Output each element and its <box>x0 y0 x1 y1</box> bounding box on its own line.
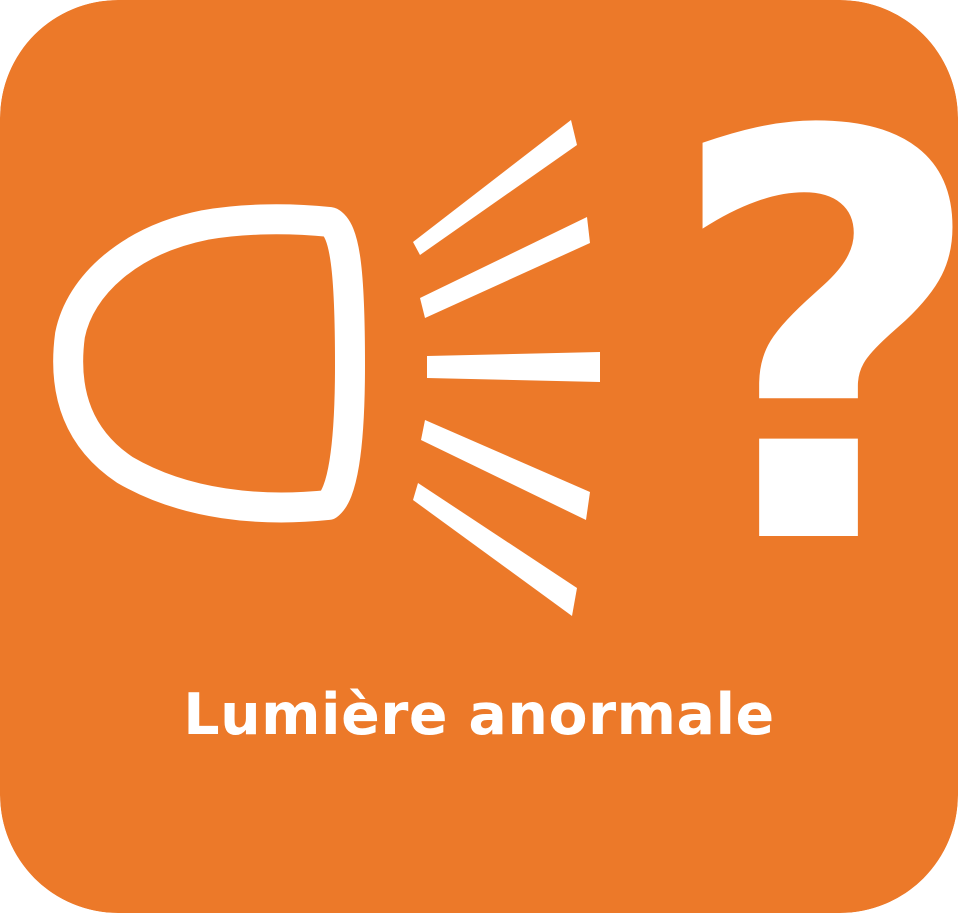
question-mark-icon: ? <box>664 17 958 669</box>
warning-tile: ? Lumière anormale <box>0 0 958 913</box>
icon-caption: Lumière anormale <box>183 682 775 748</box>
beam-3 <box>427 352 600 382</box>
